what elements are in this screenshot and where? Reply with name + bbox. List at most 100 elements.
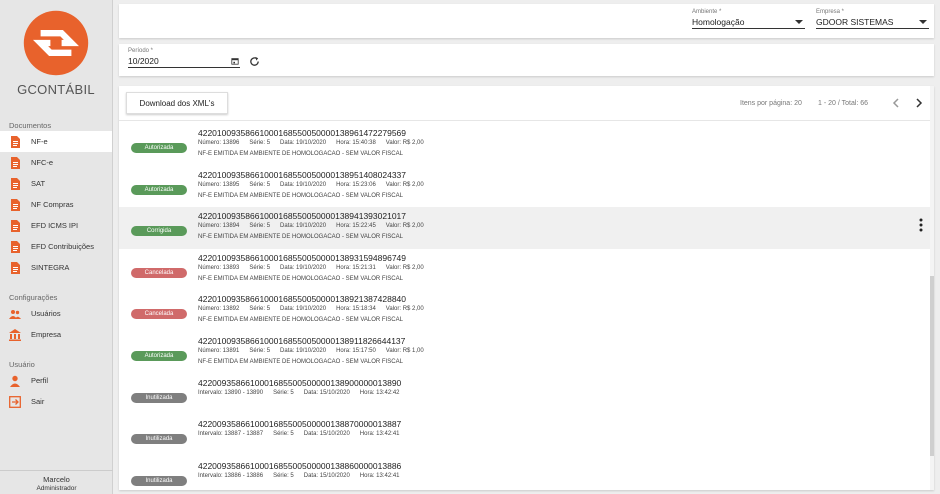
meta-field: Hora: 15:40:38	[336, 140, 376, 146]
sidebar-item-label: EFD Contribuições	[31, 242, 94, 251]
periodo-input[interactable]: Período * 10/2020	[128, 48, 240, 68]
row-meta: Número: 13895 Série: 5 Data: 19/10/2020 Hor…	[198, 182, 434, 188]
meta-field: Data: 15/10/2020	[303, 472, 350, 479]
row-observation: NF-E EMITIDA EM AMBIENTE DE HOMOLOGACAO …	[198, 317, 403, 324]
file-icon	[9, 261, 21, 274]
user-role: Administrador	[36, 485, 77, 492]
list-item[interactable]: Inutilizada 4220093586610001685500500000…	[119, 415, 934, 457]
meta-field: Hora: 13:42:42	[359, 389, 400, 396]
sidebar-item-label: Empresa	[31, 330, 62, 339]
sidebar-item-efd-icms-ipi[interactable]: EFD ICMS IPI	[0, 215, 112, 236]
sidebar-item-label: EFD ICMS IPI	[31, 221, 79, 230]
bank-icon	[9, 328, 21, 341]
brand-name: GCONTÁBIL	[17, 82, 95, 97]
meta-field: Série: 5	[249, 348, 271, 354]
meta-field: Data: 15/10/2020	[303, 389, 350, 396]
status-badge: Cancelada	[131, 309, 187, 320]
sidebar-item-label: Usuários	[31, 309, 61, 318]
list-item[interactable]: Autorizada 42201009358661000168550050000…	[119, 166, 934, 208]
sidebar-item-label: Perfil	[31, 376, 49, 385]
sidebar-item-sat[interactable]: SAT	[0, 173, 112, 194]
sidebar-item-empresa[interactable]: Empresa	[0, 324, 112, 345]
list-item[interactable]: Cancelada 422010093586610001685500500001…	[119, 249, 934, 291]
meta-field: Hora: 15:23:06	[336, 181, 376, 188]
logo: GCONTÁBIL	[0, 0, 112, 112]
meta-field: Série: 5	[273, 389, 294, 396]
file-icon	[9, 177, 21, 190]
row-meta: Número: 13896 Série: 5 Data: 19/10/2020 Hor…	[198, 140, 434, 146]
row-meta: Intervalo: 13887 - 13887 Série: 5 Data: 15…	[198, 431, 410, 437]
chevron-right-icon[interactable]	[913, 97, 925, 109]
list-item[interactable]: Autorizada 42201009358661000168550050000…	[119, 124, 934, 166]
meta-field: Série: 5	[249, 264, 271, 271]
sidebar-item-perfil[interactable]: Perfil	[0, 370, 112, 391]
scrollbar-thumb[interactable]	[930, 276, 934, 456]
meta-field: Número: 13891	[198, 348, 240, 354]
meta-field: Série: 5	[273, 431, 294, 438]
row-meta: Número: 13893 Série: 5 Data: 19/10/2020 Hor…	[198, 265, 434, 271]
meta-field: Hora: 15:21:31	[336, 264, 376, 271]
sidebar-item-sintegra[interactable]: SINTEGRA	[0, 257, 112, 278]
download-xml-button[interactable]: Download dos XML's	[126, 92, 228, 114]
section-title: Configurações	[9, 293, 58, 302]
list-item[interactable]: Inutilizada 4220093586610001685500500000…	[119, 374, 934, 416]
sidebar-item-nf-e[interactable]: NF-e	[0, 131, 112, 152]
file-icon	[9, 198, 21, 211]
meta-field: Hora: 15:17:50	[336, 348, 376, 354]
list-item[interactable]: Corrigida 422010093586610001685500500001…	[119, 207, 934, 250]
access-key: 4220093586610001685500500000138860000013…	[198, 460, 402, 471]
row-meta: Intervalo: 13886 - 13886 Série: 5 Data: 15…	[198, 473, 410, 479]
row-meta: Intervalo: 13890 - 13890 Série: 5 Data: 15…	[198, 390, 410, 396]
row-observation: NF-E EMITIDA EM AMBIENTE DE HOMOLOGACAO …	[198, 234, 403, 241]
items-per-page[interactable]: Itens por página: 20	[740, 100, 802, 107]
meta-field: Data: 19/10/2020	[280, 140, 327, 146]
sidebar-item-nfc-e[interactable]: NFC-e	[0, 152, 112, 173]
more-vert-icon[interactable]	[919, 218, 923, 232]
access-key: 4220093586610001685500500000138900000013…	[198, 377, 402, 388]
meta-field: Data: 19/10/2020	[280, 223, 327, 230]
sidebar-item-label: SINTEGRA	[31, 263, 70, 272]
sidebar-item-label: Sair	[31, 397, 45, 406]
status-badge: Inutilizada	[131, 434, 187, 445]
meta-field: Data: 19/10/2020	[280, 348, 327, 354]
row-observation: NF-E EMITIDA EM AMBIENTE DE HOMOLOGACAO …	[198, 359, 403, 365]
empresa-select[interactable]: Empresa * GDOOR SISTEMAS	[816, 9, 929, 29]
meta-field: Série: 5	[249, 181, 271, 188]
chevron-left-icon[interactable]	[890, 97, 902, 109]
sidebar-item-usuarios[interactable]: Usuários	[0, 303, 112, 324]
status-badge: Autorizada	[131, 184, 187, 195]
file-icon	[9, 240, 21, 253]
sidebar-nav: Documentos NF-e NFC-e SAT NF Compras EFD…	[0, 120, 112, 412]
list-item[interactable]: Autorizada 42201009358661000168550050000…	[119, 332, 934, 374]
row-observation: NF-E EMITIDA EM AMBIENTE DE HOMOLOGACAO …	[198, 275, 403, 282]
scrollbar[interactable]	[930, 86, 934, 490]
row-observation: NF-E EMITIDA EM AMBIENTE DE HOMOLOGACAO …	[198, 151, 403, 157]
sidebar-item-label: NFC-e	[31, 158, 54, 167]
ambiente-select[interactable]: Ambiente * Homologação	[692, 9, 805, 29]
sidebar-item-sair[interactable]: Sair	[0, 391, 112, 412]
row-observation: NF-E EMITIDA EM AMBIENTE DE HOMOLOGACAO …	[198, 192, 403, 199]
chevron-down-icon	[795, 20, 803, 24]
access-key: 4220100935866100016855005000013896147227…	[198, 128, 407, 138]
user-name: Marcelo	[43, 475, 70, 484]
file-icon	[9, 135, 21, 148]
meta-field: Data: 19/10/2020	[280, 264, 327, 271]
meta-field: Número: 13894	[198, 223, 240, 230]
sidebar-item-efd-contribuicoes[interactable]: EFD Contribuições	[0, 236, 112, 257]
access-key: 4220093586610001685500500000138870000013…	[198, 419, 402, 430]
meta-field: Valor: R$ 1,00	[385, 348, 424, 354]
status-badge: Inutilizada	[131, 475, 187, 486]
row-meta: Número: 13892 Série: 5 Data: 19/10/2020 Hor…	[198, 306, 434, 312]
meta-field: Valor: R$ 2,00	[385, 306, 424, 313]
list-item[interactable]: Cancelada 422010093586610001685500500001…	[119, 290, 934, 332]
meta-field: Hora: 13:42:41	[359, 431, 400, 438]
sidebar-item-nf-compras[interactable]: NF Compras	[0, 194, 112, 215]
row-meta: Número: 13894 Série: 5 Data: 19/10/2020 Hor…	[198, 223, 434, 229]
list-item[interactable]: Inutilizada 4220093586610001685500500000…	[119, 457, 934, 490]
meta-field: Valor: R$ 2,00	[385, 264, 424, 271]
calendar-icon[interactable]	[231, 57, 239, 65]
meta-field: Valor: R$ 2,00	[385, 140, 424, 146]
access-key: 4220100935866100016855005000013894139302…	[198, 211, 407, 222]
sidebar: GCONTÁBIL Documentos NF-e NFC-e SAT NF C…	[0, 0, 113, 494]
refresh-icon[interactable]	[249, 56, 260, 67]
